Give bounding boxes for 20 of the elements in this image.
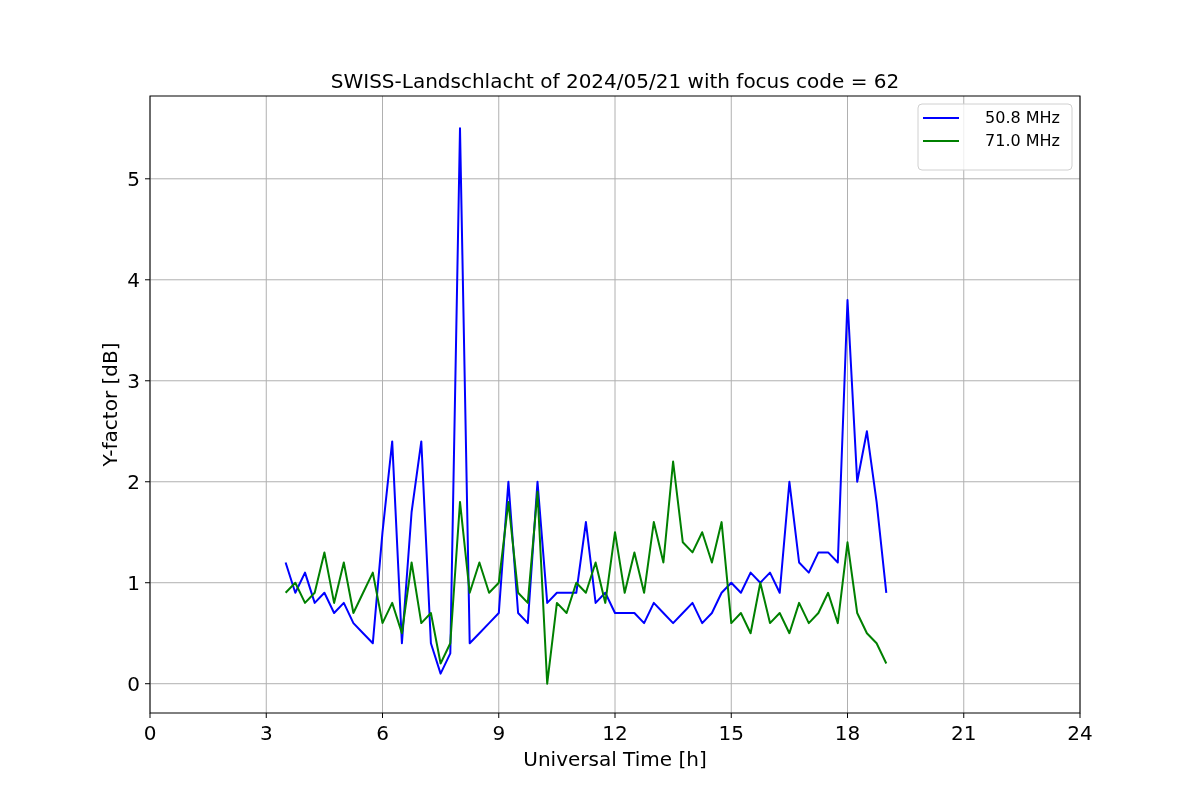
x-tick-label: 24 xyxy=(1067,721,1093,745)
y-tick-label: 0 xyxy=(127,671,140,696)
x-tick-label: 6 xyxy=(376,721,389,745)
x-tick-label: 21 xyxy=(951,721,977,745)
x-tick-label: 18 xyxy=(834,721,861,745)
x-tick-label: 0 xyxy=(143,721,157,745)
x-tick-label: 12 xyxy=(602,721,628,745)
y-tick-label: 3 xyxy=(127,368,140,393)
legend-label: 50.8 MHz xyxy=(985,108,1060,127)
x-axis-label: Universal Time [h] xyxy=(523,747,707,771)
y-tick-label: 2 xyxy=(127,469,140,494)
legend-label: 71.0 MHz xyxy=(985,131,1060,150)
chart-title: SWISS-Landschlacht of 2024/05/21 with focus code = 62 xyxy=(330,69,900,93)
y-tick-label: 1 xyxy=(127,570,140,595)
x-tick-label: 3 xyxy=(259,721,273,745)
y-tick-label: 5 xyxy=(127,166,140,191)
x-tick-label: 15 xyxy=(718,721,744,745)
x-tick-label: 9 xyxy=(492,721,506,745)
y-axis-label: Y-factor [dB] xyxy=(98,342,122,467)
y-tick-label: 4 xyxy=(127,267,140,292)
